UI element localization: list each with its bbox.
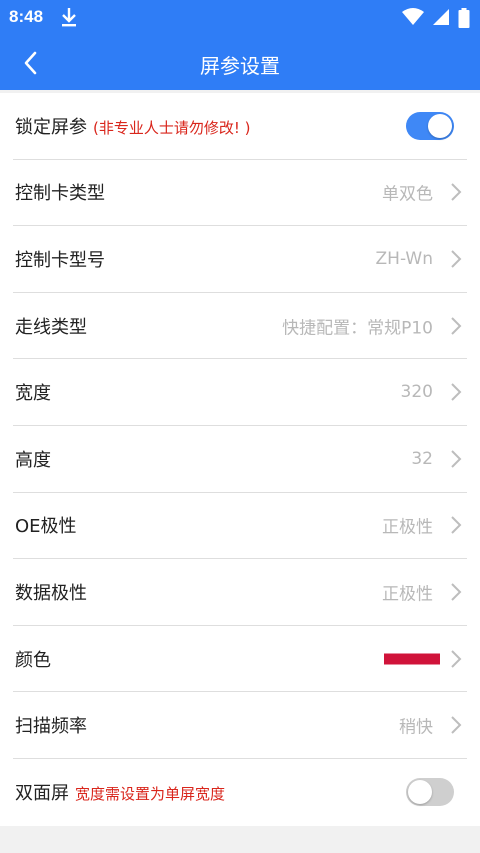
setting-label: 控制卡型号 [15,249,105,271]
chevron-right-icon [451,316,462,335]
chevron-right-icon [451,450,462,468]
setting-value: 快捷配置：常规P10 [282,318,433,339]
setting-card-type[interactable]: 控制卡类型 单双色 [13,160,467,227]
warning-text: 宽度需设置为单屏宽度 [75,785,226,804]
setting-label: 扫描频率 [15,716,87,738]
app-bar: 屏参设置 [0,36,480,90]
page-title: 屏参设置 [200,54,280,78]
setting-height[interactable]: 高度 32 [13,426,467,493]
toggle-knob [428,113,452,138]
double-sided-toggle[interactable] [406,778,454,807]
toggle-knob [408,780,432,805]
setting-data-polarity[interactable]: 数据极性 正极性 [13,559,467,626]
setting-label: 走线类型 [15,316,87,338]
setting-value: 稍快 [399,717,433,738]
setting-label: OE极性 [15,516,77,538]
chevron-right-icon [451,649,462,668]
setting-value: 正极性 [382,517,433,538]
setting-value: 正极性 [382,584,433,605]
setting-double-sided: 双面屏 宽度需设置为单屏宽度 [13,759,467,826]
setting-oe-polarity[interactable]: OE极性 正极性 [13,493,467,560]
setting-wiring-type[interactable]: 走线类型 快捷配置：常规P10 [13,293,467,360]
battery-icon [458,8,470,28]
setting-value: 单双色 [382,184,433,205]
setting-scan-rate[interactable]: 扫描频率 稍快 [13,692,467,759]
download-icon [60,7,78,31]
setting-label: 颜色 [15,649,51,671]
chevron-right-icon [451,383,462,401]
status-icons [399,8,470,28]
chevron-right-icon [451,583,462,601]
setting-label: 锁定屏参 [15,116,87,138]
warning-text: (非专业人士请勿修改! ) [93,118,251,137]
setting-label: 控制卡类型 [15,183,105,205]
chevron-right-icon [451,516,462,535]
setting-value: ZH-Wn [375,248,433,269]
setting-value: 32 [411,448,433,469]
setting-lock-params: 锁定屏参 (非专业人士请勿修改! ) [13,93,467,160]
setting-value: 320 [400,382,433,403]
status-bar: 8:48 [0,0,480,36]
lock-params-toggle[interactable] [406,111,454,140]
settings-list: 锁定屏参 (非专业人士请勿修改! ) 控制卡类型 单双色 控制卡型号 ZH-Wn … [0,93,480,826]
setting-label: 高度 [15,449,51,471]
setting-label: 数据极性 [15,582,87,604]
status-time: 8:48 [9,7,44,26]
chevron-right-icon [451,183,462,202]
wifi-icon [401,8,424,25]
chevron-right-icon [451,716,462,734]
setting-label: 双面屏 [15,783,69,805]
setting-card-model[interactable]: 控制卡型号 ZH-Wn [13,226,467,293]
color-swatch [384,653,440,665]
setting-width[interactable]: 宽度 320 [13,359,467,426]
signal-icon [432,9,449,25]
chevron-right-icon [451,250,462,268]
setting-color[interactable]: 颜色 [13,626,467,693]
setting-label: 宽度 [15,383,51,405]
